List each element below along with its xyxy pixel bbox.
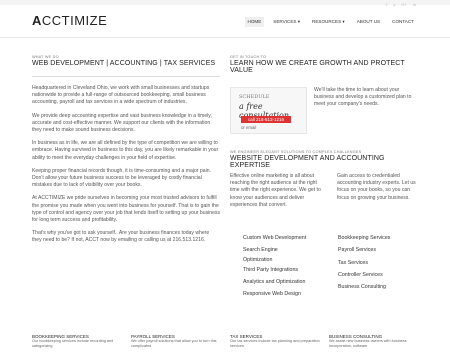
list-item[interactable]: Custom Web Development <box>243 232 323 244</box>
web-dev-blurb: Effective online marketing is all about … <box>230 173 321 208</box>
divider <box>32 76 220 77</box>
accounting-blurb: Gain access to credentialed accounting i… <box>337 173 416 201</box>
cta-paragraph: That's why you've got to ask yourself.. … <box>32 230 210 244</box>
site-logo[interactable]: ACCTIMIZE <box>32 13 107 28</box>
footer-col-payroll: PAYROLL SERVICES We offer payroll soluti… <box>131 334 230 349</box>
get-in-touch-section: GET IN TOUCH TO LEARN HOW WE CREATE GROW… <box>230 55 418 74</box>
site-header: ACCTIMIZE HOME SERVICES ▾ RESOURCES ▾ AB… <box>0 5 450 38</box>
list-item[interactable]: Analytics and Optimization <box>243 276 323 288</box>
consultation-text: We'll take the time to learn about your … <box>314 87 412 108</box>
intro-paragraph: Headquartered in Cleveland Ohio, we work… <box>32 85 210 106</box>
footer-desc: Our bookkeeping services include recordi… <box>32 339 114 349</box>
list-item[interactable]: Search Engine <box>243 244 323 256</box>
card-phone[interactable]: call 216-513-1216 <box>241 116 291 123</box>
list-item[interactable]: Bookkeeping Services <box>338 232 418 244</box>
footer-col-consulting: BUSINESS CONSULTING We assist new busine… <box>329 334 428 349</box>
footer-col-tax: TAX SERVICES Our tax services include ta… <box>230 334 329 349</box>
section-kicker: GET IN TOUCH TO <box>230 55 267 59</box>
section-kicker: WHAT WE DO <box>32 55 59 59</box>
section-kicker: WE ENGINEER ELEGANT SOLUTIONS TO COMPLEX… <box>230 150 362 154</box>
list-item[interactable]: Third Party Integrations <box>243 264 323 276</box>
card-email[interactable]: or email <box>241 125 256 130</box>
list-item[interactable]: Controller Services <box>338 269 418 281</box>
footer-col-bookkeeping: BOOKKEEPING SERVICES Our bookkeeping ser… <box>32 334 131 349</box>
list-item[interactable]: Payroll Services <box>338 244 418 256</box>
nav-contact[interactable]: CONTACT <box>389 17 417 27</box>
competition-paragraph: In business as in life, we are all defin… <box>32 140 219 161</box>
solutions-section: WE ENGINEER ELEGANT SOLUTIONS TO COMPLEX… <box>230 150 418 169</box>
section-heading: WEBSITE DEVELOPMENT AND ACCOUNTING EXPER… <box>230 155 385 169</box>
card-line1: SCHEDULE <box>239 94 270 100</box>
section-heading: WEB DEVELOPMENT | ACCOUNTING | TAX SERVI… <box>32 60 216 67</box>
footer-desc: Our tax services include tax planning an… <box>230 339 320 349</box>
nav-services[interactable]: SERVICES ▾ <box>270 17 303 27</box>
nav-home[interactable]: HOME <box>244 17 265 27</box>
main-nav: HOME SERVICES ▾ RESOURCES ▾ ABOUT US CON… <box>244 17 417 27</box>
footer-desc: We offer payroll solutions that allow yo… <box>131 339 217 349</box>
section-heading: LEARN HOW WE CREATE GROWTH AND PROTECT V… <box>230 60 405 74</box>
mission-paragraph: At ACCTIMIZE we pride ourselves in becom… <box>32 195 221 224</box>
what-we-do-section: WHAT WE DO WEB DEVELOPMENT | ACCOUNTING … <box>32 55 220 245</box>
list-item[interactable]: Responsive Web Design <box>243 288 323 300</box>
footer-desc: We assist new business owners with busin… <box>329 339 407 349</box>
nav-about[interactable]: ABOUT US <box>354 17 383 27</box>
list-item[interactable]: Tax Services <box>338 257 418 269</box>
expertise-paragraph: We provide deep accounting expertise and… <box>32 112 212 134</box>
list-item[interactable]: Optimization <box>243 257 323 264</box>
free-consultation-card[interactable]: SCHEDULE a free consultation call 216-51… <box>230 87 307 134</box>
nav-resources[interactable]: RESOURCES ▾ <box>309 17 348 27</box>
accounting-services-list: Bookkeeping Services Payroll Services Ta… <box>338 232 418 293</box>
services-footer: BOOKKEEPING SERVICES Our bookkeeping ser… <box>32 334 432 349</box>
web-services-list: Custom Web Development Search Engine Opt… <box>243 232 323 300</box>
records-paragraph: Keeping proper financial records though,… <box>32 167 211 189</box>
list-item[interactable]: Business Consulting <box>338 281 418 293</box>
